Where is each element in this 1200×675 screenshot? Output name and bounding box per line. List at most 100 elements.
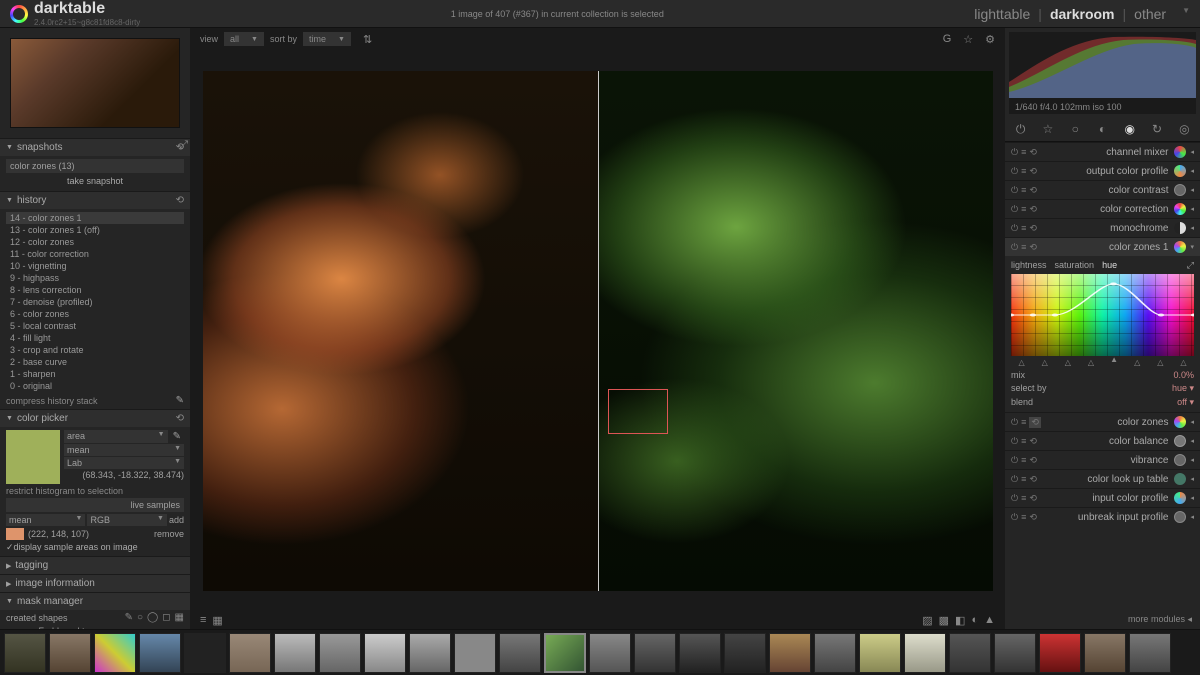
sample-space-select[interactable]: RGB▼ [87,514,166,526]
history-item[interactable]: 8 - lens correction [6,284,184,296]
module-color-zones[interactable]: ⏻≡⟲ color zones ◂ [1005,412,1200,431]
history-item[interactable]: 9 - highpass [6,272,184,284]
power-icon[interactable]: ⏻ [1011,147,1018,158]
gradient-icon[interactable]: ▦ [175,612,184,623]
more-modules-button[interactable]: more modules ◂ [1005,610,1200,629]
history-item[interactable]: 0 - original [6,380,184,392]
reset-icon[interactable]: ⟲ [1029,436,1037,447]
multi-icon[interactable]: ≡ [1021,147,1026,158]
module-input-color-profile[interactable]: ⏻≡⟲ input color profile ◂ [1005,488,1200,507]
power-icon[interactable]: ⏻ [1011,493,1018,504]
navigation-preview[interactable] [10,38,180,128]
thumb[interactable] [454,633,496,673]
thumb[interactable] [949,633,991,673]
module-color-correction[interactable]: ⏻≡⟲ color correction ◂ [1005,199,1200,218]
power-icon[interactable]: ⏻ [1011,223,1018,234]
history-header[interactable]: ▼ history ⟲ [0,191,190,209]
brush-icon[interactable]: ✎ [125,612,133,623]
chevron-left-icon[interactable]: ◂ [1190,186,1194,194]
tab-lightness[interactable]: lightness [1011,260,1047,271]
gamut-icon[interactable]: ◐ [971,614,978,627]
expand-icon[interactable]: ⤢ [1187,260,1194,271]
remove-sample-button[interactable]: remove [154,529,184,539]
thumb[interactable] [4,633,46,673]
chevron-left-icon[interactable]: ◂ [1190,148,1194,156]
multi-icon[interactable]: ≡ [1021,185,1026,196]
circle-icon[interactable]: ○ [137,612,143,623]
history-item[interactable]: 1 - sharpen [6,368,184,380]
styles-icon[interactable]: ▦ [212,614,222,627]
power-icon[interactable]: ⏻ [1011,185,1018,196]
history-item[interactable]: 14 - color zones 1 [6,212,184,224]
thumb[interactable] [274,633,316,673]
power-icon[interactable]: ⏻ [1011,512,1018,523]
tone-group-icon[interactable]: ◐ [1092,122,1112,137]
multi-icon[interactable]: ≡ [1021,436,1026,447]
reset-icon[interactable]: ⟲ [1029,417,1041,428]
compress-history-button[interactable]: compress history stack [6,396,176,406]
chevron-left-icon[interactable]: ◂ [1190,456,1194,464]
chevron-left-icon[interactable]: ◂ [1190,418,1194,426]
thumb[interactable] [904,633,946,673]
overlay-icon[interactable]: ▲ [984,614,995,627]
reset-icon[interactable]: ⟲ [1029,147,1037,158]
module-list-icon[interactable]: ≡ [200,614,206,627]
reset-icon[interactable]: ⟲ [1029,223,1037,234]
correction-group-icon[interactable]: ↻ [1147,122,1167,137]
module-monochrome[interactable]: ⏻≡⟲ monochrome ◂ [1005,218,1200,237]
softproof-icon[interactable]: ◧ [955,614,965,627]
module-vibrance[interactable]: ⏻≡⟲ vibrance ◂ [1005,450,1200,469]
mix-value[interactable]: 0.0% [1173,370,1194,380]
power-icon[interactable]: ⏻ [1011,417,1018,428]
picker-mean-select[interactable]: mean▼ [64,444,184,456]
module-output-color-profile[interactable]: ⏻≡⟲ output color profile ◂ [1005,161,1200,180]
tab-hue[interactable]: hue [1102,260,1117,271]
color-zones-editor[interactable] [1011,274,1194,356]
tagging-header[interactable]: ▶ tagging [0,556,190,574]
history-item[interactable]: 7 - denoise (profiled) [6,296,184,308]
module-unbreak-input-profile[interactable]: ⏻≡⟲ unbreak input profile ◂ [1005,507,1200,526]
thumb-selected[interactable] [544,633,586,673]
power-icon[interactable]: ⏻ [1011,474,1018,485]
multi-icon[interactable]: ≡ [1021,204,1026,215]
history-item[interactable]: 6 - color zones [6,308,184,320]
display-samples-checkbox[interactable]: ✓display sample areas on image [6,542,184,553]
reset-icon[interactable]: ⟲ [1029,242,1037,253]
thumb[interactable] [184,633,226,673]
view-filter-select[interactable]: all▼ [224,32,264,46]
split-divider[interactable] [598,71,599,591]
add-sample-button[interactable]: add [169,515,184,525]
reset-icon[interactable]: ⟲ [1029,493,1037,504]
thumb[interactable] [589,633,631,673]
thumb[interactable] [1129,633,1171,673]
power-icon[interactable]: ⏻ [1011,436,1018,447]
style-icon[interactable]: ✎ [176,395,184,406]
chevron-left-icon[interactable]: ◂ [1190,167,1194,175]
image-canvas[interactable] [203,71,993,591]
history-item[interactable]: 3 - crop and rotate [6,344,184,356]
chevron-left-icon[interactable]: ◂ [1190,205,1194,213]
history-item[interactable]: 11 - color correction [6,248,184,260]
thumb[interactable] [319,633,361,673]
thumb[interactable] [634,633,676,673]
image-information-header[interactable]: ▶ image information [0,574,190,592]
module-color-contrast[interactable]: ⏻≡⟲ color contrast ◂ [1005,180,1200,199]
tab-other[interactable]: other [1134,6,1166,22]
snapshots-header[interactable]: ▼ snapshots ⟲ [0,138,190,156]
tab-saturation[interactable]: saturation [1055,260,1095,271]
history-item[interactable]: 5 - local contrast [6,320,184,332]
mask-manager-header[interactable]: ▼ mask manager [0,592,190,610]
power-icon[interactable]: ⏻ [1011,242,1018,253]
picker-area-select[interactable]: area▼ [64,430,168,443]
thumb[interactable] [49,633,91,673]
blend-value[interactable]: off ▾ [1177,397,1194,408]
star-icon[interactable]: ☆ [963,33,973,46]
history-item[interactable]: 12 - color zones [6,236,184,248]
select-by-value[interactable]: hue ▾ [1172,383,1194,394]
multi-icon[interactable]: ≡ [1021,223,1026,234]
module-color-balance[interactable]: ⏻≡⟲ color balance ◂ [1005,431,1200,450]
reset-icon[interactable]: ⟲ [1029,455,1037,466]
chevron-left-icon[interactable]: ◂ [1190,224,1194,232]
ellipse-icon[interactable]: ◯ [147,612,158,623]
thumb[interactable] [94,633,136,673]
